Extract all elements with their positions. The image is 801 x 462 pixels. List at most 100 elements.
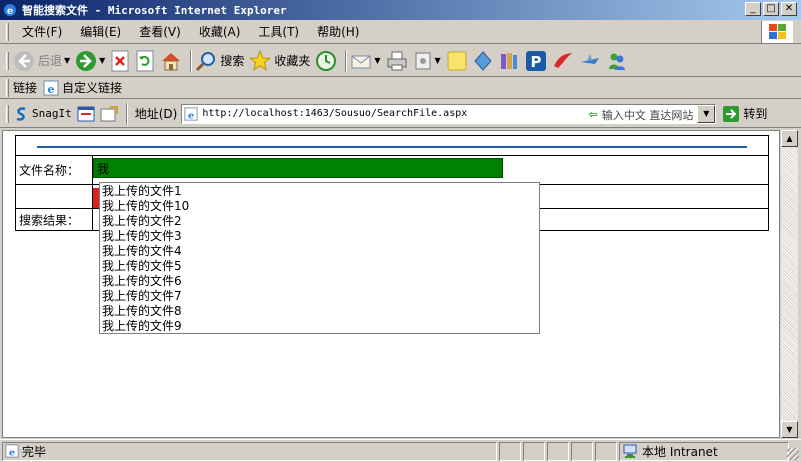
address-input[interactable]: e http://localhost:1463/Sousuo/SearchFil…: [181, 103, 717, 124]
svg-text:e: e: [7, 6, 13, 17]
autocomplete-item[interactable]: 我上传的文件5: [100, 259, 539, 274]
print-button[interactable]: [386, 50, 408, 72]
search-hint-text: 输入中文 直达网站: [601, 108, 694, 122]
autocomplete-list: 我上传的文件1 我上传的文件10 我上传的文件2 我上传的文件3 我上传的文件4…: [99, 182, 540, 334]
scroll-down-button[interactable]: ▼: [781, 421, 798, 438]
autocomplete-item[interactable]: 我上传的文件10: [100, 199, 539, 214]
autocomplete-item[interactable]: 我上传的文件2: [100, 214, 539, 229]
resize-grip[interactable]: [787, 448, 799, 460]
snagit-options-button[interactable]: [100, 105, 118, 122]
windows-logo-icon: [761, 21, 793, 43]
status-bar: e 完毕 本地 Intranet: [0, 439, 801, 462]
home-icon: [162, 52, 181, 70]
snagit-button[interactable]: SnagIt: [13, 106, 72, 122]
plugin-button[interactable]: [579, 50, 601, 72]
status-panel: [499, 441, 521, 461]
menu-file[interactable]: 文件(F): [13, 23, 71, 40]
ie-page-icon: e: [5, 444, 19, 458]
toolbar-grip[interactable]: [6, 51, 9, 70]
standard-toolbar: 后退 ▼ ▼ 搜索 收藏夹 ▼ ▼ P: [0, 45, 801, 77]
go-button[interactable]: 转到: [722, 105, 767, 123]
address-search-hint: ⇦ 输入中文 直达网站: [589, 107, 694, 123]
menu-tools[interactable]: 工具(T): [249, 23, 308, 40]
snagit-label: SnagIt: [32, 107, 72, 120]
history-button[interactable]: [315, 50, 337, 72]
autocomplete-item[interactable]: 我上传的文件3: [100, 229, 539, 244]
header-frame: [15, 135, 769, 155]
favorites-label: 收藏夹: [274, 54, 311, 68]
home-button[interactable]: [160, 50, 182, 72]
links-bar: 链接 e 自定义链接: [0, 77, 801, 99]
scroll-track[interactable]: [781, 147, 798, 421]
p-button[interactable]: P: [525, 50, 547, 72]
scroll-up-button[interactable]: ▲: [781, 130, 798, 147]
autocomplete-item[interactable]: 我上传的文件6: [100, 274, 539, 289]
forward-dropdown-icon[interactable]: ▼: [99, 56, 105, 65]
file-name-input[interactable]: 我: [93, 158, 503, 178]
capture-window-icon: [77, 106, 95, 121]
file-name-value: 我: [97, 161, 110, 176]
snagit-capture-button[interactable]: [77, 106, 95, 122]
stop-button[interactable]: [110, 50, 130, 72]
links-label: 链接: [13, 81, 38, 95]
status-panel: [571, 441, 593, 461]
discuss-button[interactable]: [446, 50, 468, 72]
people-icon: [608, 53, 625, 70]
note-icon: [447, 51, 467, 70]
menu-view[interactable]: 查看(V): [130, 23, 190, 40]
svg-text:P: P: [530, 53, 541, 71]
autocomplete-item[interactable]: 我上传的文件9: [100, 319, 539, 334]
window-title: 智能搜索文件 - Microsoft Internet Explorer: [22, 4, 287, 17]
messenger-button[interactable]: [473, 50, 493, 72]
menu-edit[interactable]: 编辑(E): [71, 23, 130, 40]
zone-label: 本地 Intranet: [642, 444, 718, 459]
forward-arrow-icon: [76, 50, 97, 71]
msn-button[interactable]: [606, 50, 628, 72]
svg-text:e: e: [48, 83, 55, 96]
mail-button[interactable]: ▼: [350, 50, 381, 72]
forward-button[interactable]: ▼: [75, 50, 105, 72]
intranet-icon: [623, 444, 637, 458]
custom-links-label: 自定义链接: [62, 81, 123, 95]
vertical-scrollbar[interactable]: ▲ ▼: [780, 130, 798, 438]
title-bar: e 智能搜索文件 - Microsoft Internet Explorer _…: [0, 0, 801, 20]
toolbar-separator: [190, 49, 193, 72]
search-button[interactable]: 搜索: [195, 50, 244, 72]
close-button[interactable]: ✕: [781, 2, 797, 16]
favorites-button[interactable]: 收藏夹: [249, 49, 311, 72]
autocomplete-item[interactable]: 我上传的文件1: [100, 184, 539, 199]
research-button[interactable]: [498, 50, 520, 72]
toolbar-grip[interactable]: [6, 78, 9, 97]
back-button[interactable]: 后退 ▼: [13, 50, 70, 72]
menu-favorites[interactable]: 收藏(A): [190, 23, 250, 40]
mail-icon: [351, 55, 371, 68]
edit-button[interactable]: ▼: [413, 50, 441, 72]
address-dropdown-button[interactable]: ▼: [697, 104, 716, 123]
toolbar-grip[interactable]: [6, 104, 9, 123]
refresh-button[interactable]: [135, 50, 155, 72]
address-bar: SnagIt 地址(D) e http://localhost:1463/Sou…: [0, 100, 801, 128]
autocomplete-item[interactable]: 我上传的文件8: [100, 304, 539, 319]
history-icon: [316, 50, 337, 71]
snagit-icon: [16, 106, 26, 121]
back-dropdown-icon[interactable]: ▼: [64, 56, 70, 65]
edit-dropdown-icon[interactable]: ▼: [435, 56, 441, 65]
window-controls: _ □ ✕: [743, 2, 797, 16]
mail-dropdown-icon[interactable]: ▼: [374, 56, 380, 65]
flashget-button[interactable]: [552, 50, 574, 72]
capture-options-icon: [100, 105, 118, 121]
results-label: 搜索结果：: [19, 213, 80, 227]
books-icon: [500, 52, 517, 69]
autocomplete-item[interactable]: 我上传的文件7: [100, 289, 539, 304]
stop-icon: [111, 50, 129, 71]
toolbar-grip[interactable]: [6, 22, 9, 41]
header-divider: [37, 146, 747, 148]
status-panel: [595, 441, 617, 461]
autocomplete-item[interactable]: 我上传的文件4: [100, 244, 539, 259]
custom-links-link[interactable]: e 自定义链接: [43, 79, 128, 96]
minimize-button[interactable]: _: [745, 2, 761, 16]
maximize-button[interactable]: □: [763, 2, 779, 16]
go-label: 转到: [743, 107, 768, 121]
file-name-label: 文件名称：: [19, 163, 80, 178]
menu-help[interactable]: 帮助(H): [308, 23, 368, 40]
